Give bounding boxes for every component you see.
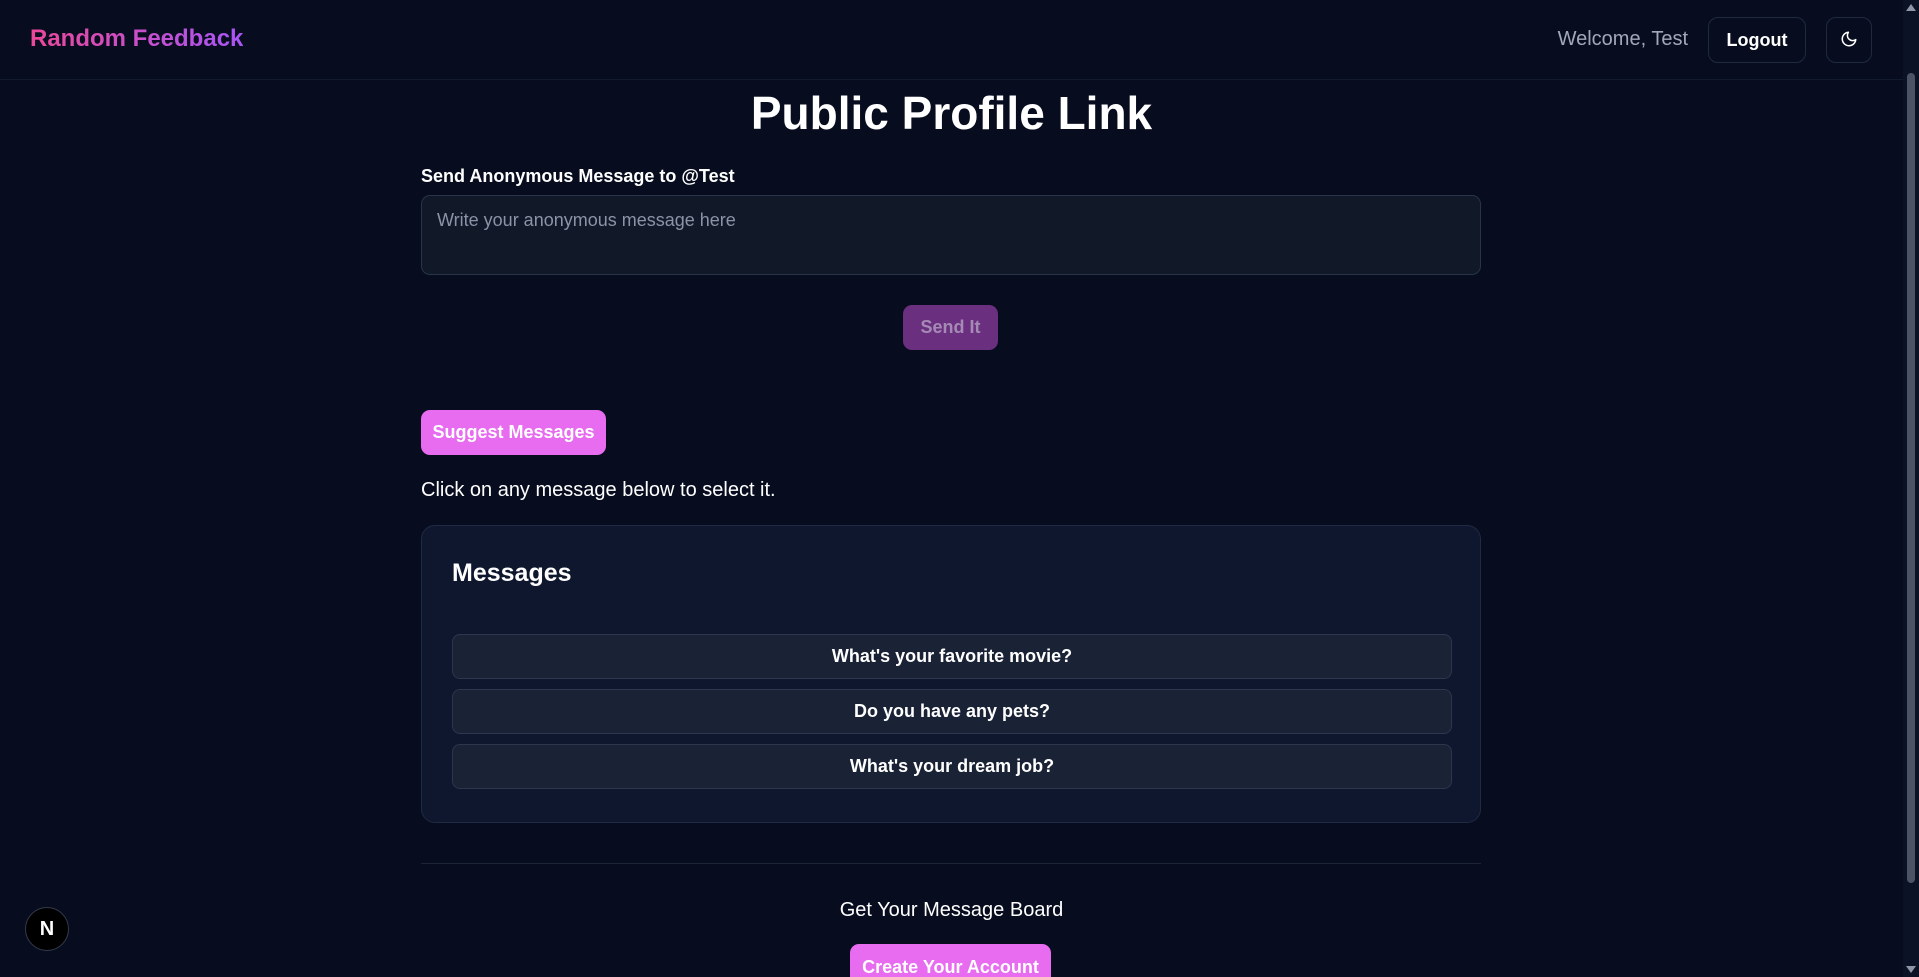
anonymous-message-input[interactable]	[421, 195, 1481, 275]
nextjs-dev-badge[interactable]: N	[25, 907, 69, 951]
suggested-message-item[interactable]: Do you have any pets?	[452, 689, 1452, 734]
messages-card: Messages What's your favorite movie? Do …	[421, 525, 1481, 823]
message-field-label: Send Anonymous Message to @Test	[421, 166, 735, 186]
vertical-scrollbar[interactable]	[1903, 0, 1919, 977]
suggested-message-item[interactable]: What's your dream job?	[452, 744, 1452, 789]
suggest-messages-button[interactable]: Suggest Messages	[421, 410, 606, 455]
send-button[interactable]: Send It	[903, 305, 998, 350]
logout-button[interactable]: Logout	[1708, 17, 1806, 63]
create-account-button[interactable]: Create Your Account	[850, 944, 1051, 977]
select-hint-text: Click on any message below to select it.	[421, 479, 776, 501]
top-navbar: Random Feedback Welcome, Test Logout	[0, 0, 1903, 80]
scroll-up-arrow-icon[interactable]	[1906, 4, 1916, 11]
scrollbar-thumb[interactable]	[1907, 73, 1915, 883]
welcome-text: Welcome, Test	[1557, 28, 1688, 50]
get-board-text: Get Your Message Board	[839, 899, 1064, 921]
page: Random Feedback Welcome, Test Logout Pub…	[0, 0, 1919, 977]
scroll-down-arrow-icon[interactable]	[1906, 966, 1916, 973]
section-divider	[421, 863, 1481, 864]
page-title: Public Profile Link	[750, 87, 1153, 139]
suggested-message-item[interactable]: What's your favorite movie?	[452, 634, 1452, 679]
theme-toggle-button[interactable]	[1826, 17, 1872, 63]
brand-logo[interactable]: Random Feedback	[30, 25, 243, 53]
moon-icon	[1840, 30, 1858, 51]
messages-card-title: Messages	[452, 559, 572, 587]
